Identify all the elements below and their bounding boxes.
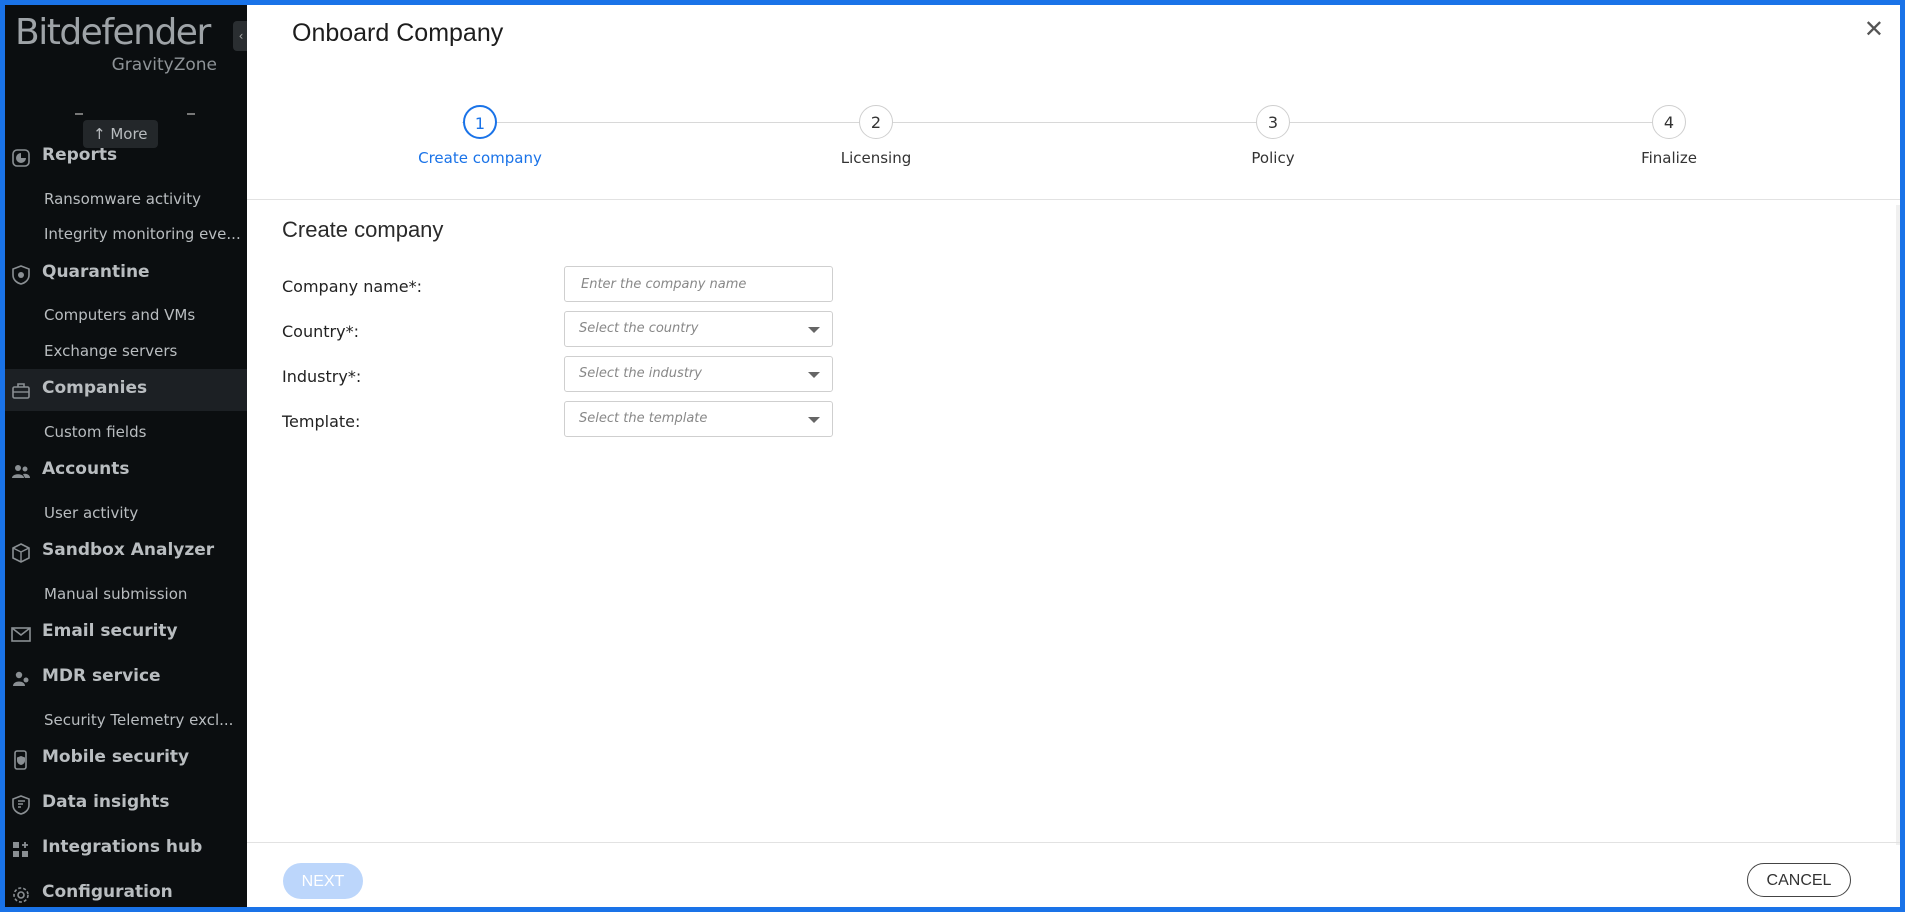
industry-label: Industry*:: [282, 367, 362, 386]
nav-email-security-label: Email security: [42, 621, 178, 641]
grid-plus-icon: [13, 842, 28, 857]
nav-integrations-hub-label: Integrations hub: [42, 837, 203, 857]
nav-mdr-service-label: MDR service: [42, 666, 161, 686]
country-select[interactable]: Select the country: [564, 311, 833, 347]
sub-custom-fields[interactable]: Custom fields: [44, 423, 244, 441]
step-3-circle[interactable]: 3: [1256, 105, 1290, 139]
nav-sandbox-analyzer[interactable]: Sandbox Analyzer: [5, 531, 247, 573]
industry-select[interactable]: Select the industry: [564, 356, 833, 392]
step-4-label[interactable]: Finalize: [1569, 149, 1769, 167]
sidebar: Bitdefender GravityZone ‹ ↑ More Reports…: [5, 5, 247, 907]
nav-accounts[interactable]: Accounts: [5, 450, 247, 492]
quarantine-shield-icon: [12, 265, 30, 285]
nav-configuration-label: Configuration: [42, 882, 173, 902]
sub-security-telemetry[interactable]: Security Telemetry excl...: [44, 711, 244, 729]
step-4-circle[interactable]: 4: [1652, 105, 1686, 139]
stepper-divider: [247, 199, 1900, 200]
nav-data-insights-label: Data insights: [42, 792, 170, 812]
sub-integrity-monitoring[interactable]: Integrity monitoring eve...: [44, 225, 244, 243]
gear-icon: [13, 887, 29, 903]
nav-data-insights[interactable]: Data insights: [5, 783, 247, 825]
nav-accounts-label: Accounts: [42, 459, 130, 479]
company-name-field[interactable]: [564, 266, 833, 302]
industry-placeholder: Select the industry: [579, 366, 702, 381]
sub-user-activity[interactable]: User activity: [44, 504, 244, 522]
cube-icon: [12, 543, 30, 563]
logo: Bitdefender GravityZone: [15, 12, 225, 76]
step-2-circle[interactable]: 2: [859, 105, 893, 139]
company-name-input[interactable]: [579, 267, 823, 301]
nav-mdr-service[interactable]: MDR service: [5, 657, 247, 699]
nav-quarantine-label: Quarantine: [42, 262, 150, 282]
users-icon: [12, 465, 30, 478]
nav-sandbox-analyzer-label: Sandbox Analyzer: [42, 540, 215, 560]
country-placeholder: Select the country: [579, 321, 699, 336]
step-3-label[interactable]: Policy: [1173, 149, 1373, 167]
brand-name: Bitdefender: [15, 12, 211, 53]
mobile-shield-icon: [14, 750, 27, 770]
footer-divider: [247, 842, 1900, 843]
company-name-label: Company name*:: [282, 277, 422, 296]
nav-companies[interactable]: Companies: [5, 369, 247, 411]
nav-configuration[interactable]: Configuration: [5, 873, 247, 907]
stepper-line: [462, 122, 1684, 123]
template-label: Template:: [282, 412, 361, 431]
collapse-sidebar-button[interactable]: ‹: [233, 21, 247, 51]
dialog-title: Onboard Company: [292, 19, 504, 47]
section-title: Create company: [282, 217, 444, 242]
briefcase-icon: [12, 383, 30, 399]
nav-mobile-security[interactable]: Mobile security: [5, 738, 247, 780]
step-2-label[interactable]: Licensing: [776, 149, 976, 167]
content-scrollbar[interactable]: [1896, 205, 1900, 845]
sub-computers-and-vms[interactable]: Computers and VMs: [44, 306, 244, 324]
cancel-button[interactable]: CANCEL: [1747, 863, 1851, 897]
more-divider: [75, 113, 195, 117]
sub-exchange-servers[interactable]: Exchange servers: [44, 342, 244, 360]
mdr-users-icon: [13, 671, 29, 686]
reports-icon: [12, 149, 30, 167]
flag-shield-icon: [12, 795, 30, 815]
chevron-down-icon: [808, 417, 820, 423]
nav-quarantine[interactable]: Quarantine: [5, 253, 247, 295]
template-placeholder: Select the template: [579, 411, 708, 426]
nav-reports-label: Reports: [42, 145, 118, 165]
onboard-company-dialog: Onboard Company ✕ 1 Create company 2 Lic…: [247, 5, 1900, 907]
brand-subtitle: GravityZone: [111, 55, 217, 75]
template-select[interactable]: Select the template: [564, 401, 833, 437]
nav-companies-label: Companies: [42, 378, 148, 398]
envelope-shield-icon: [11, 627, 31, 642]
nav-mobile-security-label: Mobile security: [42, 747, 190, 767]
next-button[interactable]: NEXT: [283, 863, 363, 899]
sub-ransomware-activity[interactable]: Ransomware activity: [44, 190, 244, 208]
step-1-label[interactable]: Create company: [380, 149, 580, 167]
close-icon[interactable]: ✕: [1864, 15, 1884, 43]
step-1-circle[interactable]: 1: [463, 105, 497, 139]
nav-reports[interactable]: Reports: [5, 136, 247, 178]
nav-email-security[interactable]: Email security: [5, 612, 247, 654]
nav-integrations-hub[interactable]: Integrations hub: [5, 828, 247, 870]
chevron-down-icon: [808, 327, 820, 333]
country-label: Country*:: [282, 322, 359, 341]
sub-manual-submission[interactable]: Manual submission: [44, 585, 244, 603]
chevron-down-icon: [808, 372, 820, 378]
